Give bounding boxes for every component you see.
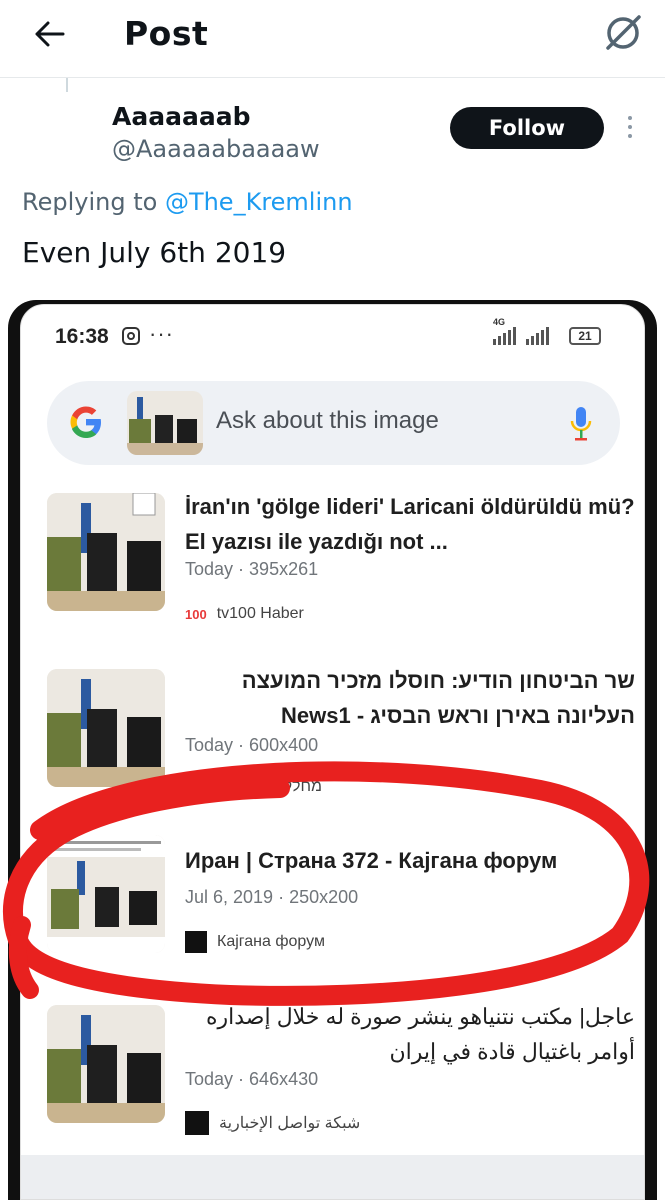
thread-line — [66, 78, 68, 92]
signal-icon: 4G — [493, 317, 549, 345]
result-meta: Today · 600x400 — [185, 735, 319, 755]
status-time: 16:38 — [55, 325, 109, 348]
bottom-panel — [21, 1155, 644, 1199]
result-thumbnail[interactable] — [47, 1005, 165, 1123]
news1-logo-icon: N1 — [185, 777, 208, 796]
result-title[interactable]: عاجل| مكتب نتنياهو ينشر صورة له خلال إصد… — [185, 999, 635, 1069]
instagram-icon — [122, 327, 140, 345]
result-date: Jul 6, 2019 — [185, 887, 274, 907]
result-meta: Today · 646x430 — [185, 1069, 319, 1089]
phone-status-bar: 16:38 ··· 4G 21 — [21, 317, 644, 353]
attached-screenshot[interactable]: 16:38 ··· 4G 21 Ask about this image İra… — [20, 304, 645, 1200]
result-meta: Today · 395x261 — [185, 559, 319, 579]
source-name: tv100 Haber — [216, 605, 304, 622]
query-image-thumbnail[interactable] — [127, 391, 203, 455]
result-source[interactable]: N1 מחלקה ראשונה — [185, 777, 322, 796]
result-size: 250x200 — [289, 887, 359, 907]
result-title[interactable]: İran'ın 'gölge lideri' Laricani öldürüld… — [185, 489, 635, 559]
more-options-icon[interactable] — [624, 116, 636, 142]
replying-to: Replying to @The_Kremlinn — [22, 188, 353, 216]
result-thumbnail[interactable] — [47, 493, 165, 611]
result-meta: Jul 6, 2019 · 250x200 — [185, 887, 359, 907]
replying-prefix: Replying to — [22, 188, 165, 216]
result-date: Today — [185, 735, 234, 755]
author-handle[interactable]: @Aaaaaabaaaaw — [112, 135, 320, 163]
source-name: מחלקה ראשונה — [217, 777, 322, 795]
network-label: 4G — [493, 317, 506, 327]
kajgana-logo-icon — [185, 931, 207, 953]
author-name[interactable]: Aaaaaaab — [112, 102, 320, 131]
result-date: Today — [185, 559, 234, 579]
top-bar: Post — [0, 0, 665, 78]
result-thumbnail[interactable] — [47, 835, 165, 953]
result-thumbnail[interactable] — [47, 669, 165, 787]
source-name: Кајгана форум — [217, 933, 325, 950]
follow-button[interactable]: Follow — [450, 107, 604, 149]
result-source[interactable]: شبكة تواصل الإخبارية — [185, 1111, 360, 1135]
back-arrow-icon[interactable] — [30, 16, 70, 52]
lens-search-bar[interactable]: Ask about this image — [47, 381, 620, 465]
result-size: 600x400 — [249, 735, 319, 755]
post-text: Even July 6th 2019 — [22, 236, 287, 269]
author-block[interactable]: Aaaaaaab @Aaaaaabaaaaw — [112, 102, 320, 163]
grok-icon[interactable] — [600, 12, 646, 52]
page-title: Post — [124, 14, 209, 53]
result-title[interactable]: שר הביטחון הודיע: חוסלו מזכיר המועצה העל… — [185, 663, 635, 733]
result-size: 395x261 — [249, 559, 319, 579]
result-size: 646x430 — [249, 1069, 319, 1089]
microphone-icon[interactable] — [569, 403, 593, 443]
reply-mention-link[interactable]: @The_Kremlinn — [165, 188, 353, 216]
battery-icon: 21 — [569, 327, 601, 345]
tv100-logo-icon: 100 — [185, 606, 207, 622]
result-source[interactable]: Кајгана форум — [185, 931, 325, 953]
source-name: شبكة تواصل الإخبارية — [219, 1115, 361, 1132]
result-title[interactable]: Иран | Страна 372 - Кајгана форум — [185, 843, 635, 878]
result-source[interactable]: 100 tv100 Haber — [185, 605, 304, 623]
result-date: Today — [185, 1069, 234, 1089]
search-input[interactable]: Ask about this image — [216, 407, 439, 435]
status-dots: ··· — [149, 321, 174, 346]
google-logo-icon — [67, 403, 105, 441]
tawasul-logo-icon — [185, 1111, 209, 1135]
